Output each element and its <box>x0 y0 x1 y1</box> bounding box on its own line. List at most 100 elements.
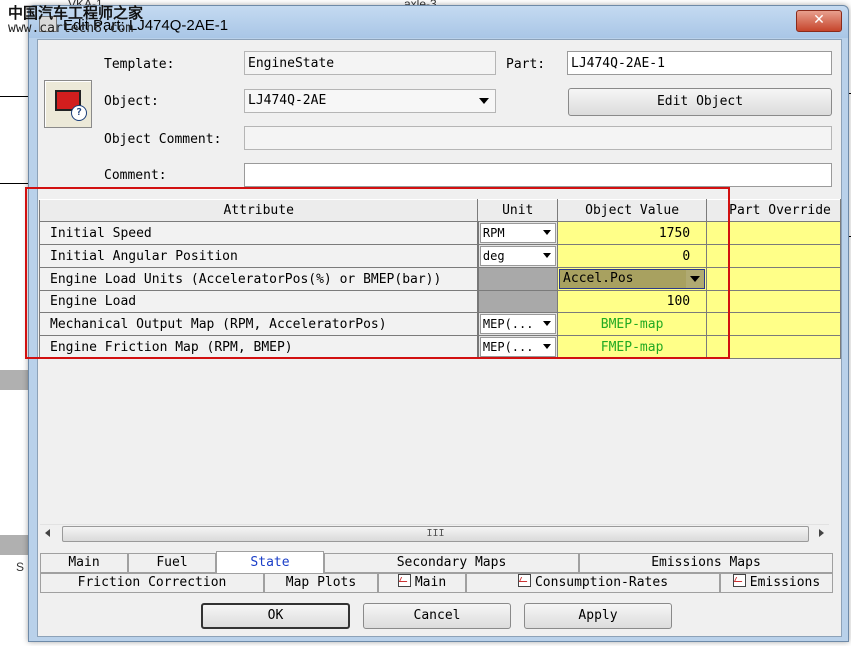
cancel-button[interactable]: Cancel <box>363 603 511 629</box>
tab-label: Emissions <box>749 575 821 590</box>
unit-cell: MEP(... <box>477 312 559 336</box>
column-header-part-override[interactable]: Part Override <box>706 199 841 222</box>
object-value-cell[interactable]: 0 <box>557 244 708 268</box>
comment-input[interactable] <box>244 163 832 187</box>
unit-value: RPM <box>482 226 505 240</box>
chevron-down-icon <box>479 98 489 104</box>
column-header-object-value[interactable]: Object Value <box>557 199 708 222</box>
attribute-cell: Engine Friction Map (RPM, BMEP) <box>38 335 479 359</box>
dropdown-value: Accel.Pos <box>563 271 634 286</box>
tab-plot-emissions[interactable]: Emissions <box>720 573 833 593</box>
edit-part-dialog: Edit Part: LJ474Q-2AE-1 ✕ ? Template: En… <box>28 5 849 642</box>
table-row: Engine Load Units (AcceleratorPos(%) or … <box>38 267 841 291</box>
object-value-cell[interactable]: Accel.Pos <box>557 267 708 291</box>
watermark-site: 中国汽车工程师之家 <box>8 4 144 22</box>
ok-label: OK <box>267 608 284 623</box>
tab-friction-correction[interactable]: Friction Correction <box>40 573 264 593</box>
edit-object-label: Edit Object <box>656 94 744 109</box>
question-mark-icon: ? <box>71 105 87 121</box>
tab-fuel[interactable]: Fuel <box>128 553 216 573</box>
tab-map-plots[interactable]: Map Plots <box>264 573 378 593</box>
column-header-attribute[interactable]: Attribute <box>38 199 479 222</box>
horizontal-scrollbar[interactable]: III <box>40 524 829 542</box>
close-icon: ✕ <box>813 12 825 28</box>
object-help-icon[interactable]: ? <box>44 80 92 128</box>
scroll-right-icon[interactable] <box>819 529 824 537</box>
object-value-link[interactable]: BMEP-map <box>557 312 708 336</box>
table-row: Initial Angular Position deg 0 <box>38 244 841 268</box>
dialog-body: ? Template: EngineState Part: LJ474Q-2AE… <box>37 39 842 637</box>
attribute-cell: Initial Angular Position <box>38 244 479 268</box>
unit-dropdown[interactable]: RPM <box>479 223 557 243</box>
unit-dropdown[interactable]: MEP(... <box>479 337 557 357</box>
close-button[interactable]: ✕ <box>796 10 842 32</box>
background-label: S <box>16 560 25 574</box>
object-comment-field <box>244 126 832 150</box>
attribute-cell: Engine Load <box>38 290 479 313</box>
scroll-left-icon[interactable] <box>45 529 50 537</box>
comment-label: Comment: <box>104 168 167 183</box>
apply-button[interactable]: Apply <box>524 603 672 629</box>
background-line <box>0 183 28 184</box>
chevron-down-icon <box>543 321 552 326</box>
unit-cell: deg <box>477 244 559 268</box>
unit-cell: MEP(... <box>477 335 559 359</box>
chevron-down-icon <box>686 270 705 288</box>
column-header-unit[interactable]: Unit <box>477 199 559 222</box>
part-override-cell[interactable] <box>706 312 841 336</box>
unit-cell <box>477 267 559 291</box>
object-value-cell[interactable]: 100 <box>557 290 708 313</box>
part-override-cell[interactable] <box>706 290 841 313</box>
object-value-link[interactable]: FMEP-map <box>557 335 708 359</box>
cancel-label: Cancel <box>413 608 461 623</box>
watermark-url: www.cartech8.com <box>8 21 134 36</box>
unit-value: deg <box>482 249 505 263</box>
table-row: Mechanical Output Map (RPM, AcceleratorP… <box>38 312 841 336</box>
part-override-cell[interactable] <box>706 244 841 268</box>
object-value-cell[interactable]: 1750 <box>557 221 708 245</box>
table-row: Engine Friction Map (RPM, BMEP) MEP(... … <box>38 335 841 359</box>
attribute-cell: Initial Speed <box>38 221 479 245</box>
tab-label: Main <box>414 575 447 590</box>
ok-button[interactable]: OK <box>201 603 350 629</box>
part-label: Part: <box>506 57 546 72</box>
tab-emissions-maps[interactable]: Emissions Maps <box>579 553 833 573</box>
title-bar[interactable]: Edit Part: LJ474Q-2AE-1 ✕ <box>29 6 848 38</box>
tab-main[interactable]: Main <box>40 553 128 573</box>
object-label: Object: <box>104 94 159 109</box>
unit-dropdown[interactable]: deg <box>479 246 557 266</box>
chart-icon <box>517 574 531 587</box>
table-row: Engine Load 100 <box>38 290 841 313</box>
unit-value: MEP(... <box>482 340 534 354</box>
scrollbar-thumb[interactable]: III <box>62 526 809 542</box>
attribute-cell: Mechanical Output Map (RPM, AcceleratorP… <box>38 312 479 336</box>
background-line <box>0 370 28 390</box>
template-label: Template: <box>104 57 175 72</box>
tab-state[interactable]: State <box>216 551 324 573</box>
chart-icon <box>397 574 411 587</box>
table-header-row: Attribute Unit Object Value Part Overrid… <box>38 199 841 222</box>
edit-object-button[interactable]: Edit Object <box>568 88 832 116</box>
chevron-down-icon <box>543 253 552 258</box>
unit-cell <box>477 290 559 313</box>
unit-dropdown[interactable]: MEP(... <box>479 314 557 334</box>
part-name-input[interactable]: LJ474Q-2AE-1 <box>567 51 832 75</box>
chevron-down-icon <box>543 230 552 235</box>
part-override-cell[interactable] <box>706 267 841 291</box>
template-field: EngineState <box>244 51 496 75</box>
engine-load-units-dropdown[interactable]: Accel.Pos <box>559 269 706 289</box>
background-line <box>0 535 28 555</box>
tab-plot-consumption-rates[interactable]: Consumption-Rates <box>466 573 720 593</box>
object-dropdown[interactable]: LJ474Q-2AE <box>244 89 496 113</box>
table-row: Initial Speed RPM 1750 <box>38 221 841 245</box>
part-override-cell[interactable] <box>706 335 841 359</box>
watermark: 中国汽车工程师之家 www.cartech8.com <box>8 4 144 37</box>
tab-secondary-maps[interactable]: Secondary Maps <box>324 553 579 573</box>
attribute-table: Attribute Unit Object Value Part Overrid… <box>38 199 841 359</box>
tab-plot-main[interactable]: Main <box>378 573 466 593</box>
unit-cell: RPM <box>477 221 559 245</box>
background-line <box>0 96 28 97</box>
part-override-cell[interactable] <box>706 221 841 245</box>
chevron-down-icon <box>543 344 552 349</box>
attribute-grid: Attribute Unit Object Value Part Overrid… <box>38 199 841 536</box>
